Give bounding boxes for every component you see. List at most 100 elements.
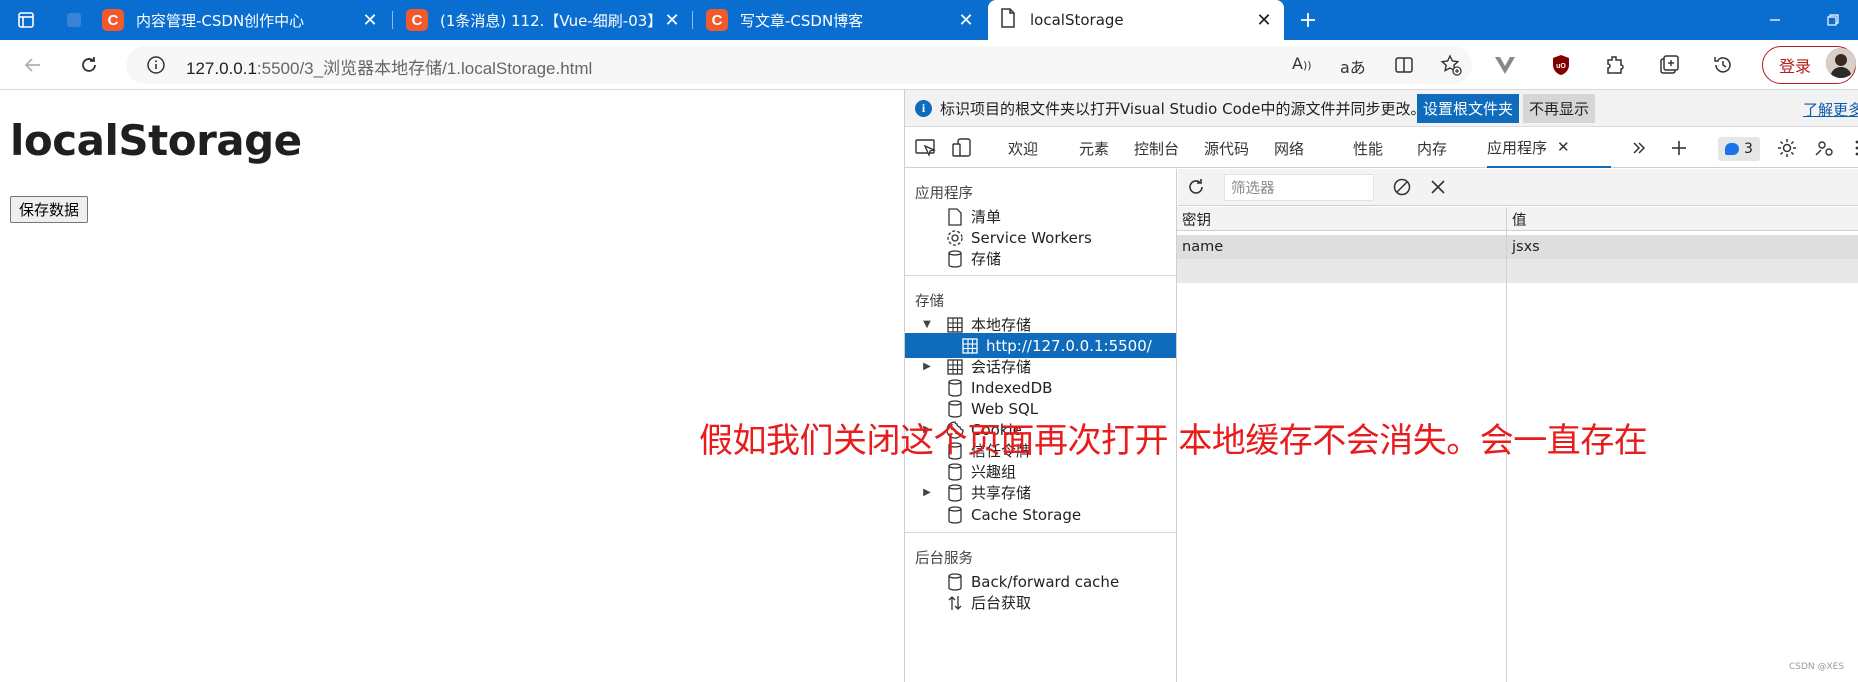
table-row[interactable]: name jsxs [1177, 235, 1858, 259]
close-tab-icon[interactable]: ✕ [1252, 8, 1276, 32]
sidebar-item-label: Cache Storage [971, 505, 1082, 524]
table-grid-icon [961, 337, 979, 355]
tab-localstorage[interactable]: localStorage ✕ [988, 0, 1284, 40]
tab-title: 内容管理-CSDN创作中心 [136, 11, 305, 30]
tab-csdn-content[interactable]: C 内容管理-CSDN创作中心 ✕ [90, 0, 390, 40]
filter-placeholder: 筛选器 [1231, 181, 1275, 197]
url-host: 127.0.0.1 [186, 59, 257, 78]
translate-icon[interactable]: aあ [1340, 54, 1366, 78]
sidebar-item-label: Back/forward cache [971, 572, 1120, 591]
sidebar-item-storage[interactable]: 存储 [905, 246, 1176, 271]
tab-application[interactable]: 应用程序 ✕ [1487, 128, 1611, 168]
close-tab-icon[interactable]: ✕ [954, 8, 978, 32]
customize-icon[interactable] [1811, 134, 1839, 162]
new-tab-icon[interactable] [1292, 4, 1324, 36]
back-icon[interactable] [18, 50, 48, 80]
tab-elements[interactable]: 元素 [1079, 128, 1109, 168]
tab-network[interactable]: 网络 [1274, 128, 1304, 168]
devtools-panel: i 标识项目的根文件夹以打开Visual Studio Code中的源文件并同步… [904, 90, 1858, 682]
table-row-empty[interactable] [1177, 259, 1858, 283]
issues-count: 3 [1744, 141, 1753, 157]
sidebar-item-background-fetch[interactable]: 后台获取 [905, 590, 1176, 615]
delete-selected-icon[interactable] [1428, 177, 1448, 201]
inspect-element-icon[interactable] [912, 134, 940, 162]
devtools-infobar: i 标识项目的根文件夹以打开Visual Studio Code中的源文件并同步… [905, 90, 1858, 127]
more-options-icon[interactable] [1843, 134, 1858, 162]
split-screen-icon[interactable] [1394, 55, 1414, 79]
avatar[interactable] [1826, 48, 1856, 78]
device-emulation-icon[interactable] [949, 134, 977, 162]
refresh-icon[interactable] [1186, 177, 1206, 201]
filter-input[interactable]: 筛选器 [1224, 174, 1374, 201]
database-icon [946, 572, 964, 591]
devtools-tabbar: 欢迎 元素 控制台 源代码 网络 性能 内存 应用程序 ✕ 3 [905, 128, 1858, 168]
history-icon[interactable] [1708, 50, 1738, 80]
table-grid-icon [946, 358, 964, 376]
tab-title: (1条消息) 112.【Vue-细刷-03】二 [440, 11, 660, 30]
issues-badge[interactable]: 3 [1718, 137, 1760, 161]
info-icon: i [915, 99, 932, 117]
favorite-add-icon[interactable] [1440, 54, 1462, 80]
dont-show-again-button[interactable]: 不再显示 [1523, 94, 1596, 123]
read-aloud-icon[interactable]: A)) [1292, 54, 1312, 73]
set-root-folder-button[interactable]: 设置根文件夹 [1417, 94, 1520, 123]
divider [905, 275, 1176, 276]
database-icon [946, 483, 964, 502]
tab-memory[interactable]: 内存 [1417, 128, 1447, 168]
divider [905, 532, 1176, 533]
storage-toolbar: 筛选器 [1178, 169, 1858, 206]
tab-csdn-write[interactable]: C 写文章-CSDN博客 ✕ [694, 0, 986, 40]
sidebar-item-label: IndexedDB [971, 378, 1053, 397]
tab-welcome[interactable]: 欢迎 [1008, 128, 1038, 168]
cell-value: jsxs [1512, 239, 1540, 255]
clear-all-icon[interactable] [1392, 177, 1412, 201]
restore-icon[interactable] [1810, 0, 1856, 40]
close-tab-icon[interactable]: ✕ [660, 8, 684, 32]
sidebar-item-cache-storage[interactable]: Cache Storage [905, 502, 1176, 527]
settings-gear-icon[interactable] [1773, 134, 1801, 162]
page-icon [1000, 8, 1016, 32]
collections-icon[interactable] [1654, 50, 1684, 80]
vue-devtools-icon[interactable] [1490, 50, 1520, 80]
tab-title: 写文章-CSDN博客 [740, 11, 864, 30]
sidebar-item-label: 清单 [971, 208, 1002, 226]
sidebar-item-label: 存储 [971, 250, 1002, 268]
section-background-services: 后台服务 [915, 551, 973, 567]
browser-window: C 内容管理-CSDN创作中心 ✕ C (1条消息) 112.【Vue-细刷-0… [0, 0, 1858, 682]
infobar-message: 标识项目的根文件夹以打开Visual Studio Code中的源文件并同步更改… [940, 99, 1426, 118]
column-key-header[interactable]: 密钥 [1182, 207, 1211, 231]
add-tool-icon[interactable] [1665, 134, 1693, 162]
ublock-icon[interactable]: uO [1546, 50, 1576, 80]
workspace-icon[interactable] [58, 4, 90, 36]
tab-csdn-vue[interactable]: C (1条消息) 112.【Vue-细刷-03】二 ✕ [394, 0, 692, 40]
section-application: 应用程序 [915, 186, 973, 202]
more-tabs-icon[interactable] [1625, 134, 1653, 162]
learn-more-link[interactable]: 了解更多 [1803, 99, 1858, 120]
page-title: localStorage [10, 116, 302, 165]
sidebar-item-label: 本地存储 [971, 316, 1032, 334]
tab-divider [392, 11, 393, 29]
csdn-favicon-icon: C [706, 9, 728, 31]
issues-icon [1725, 143, 1739, 155]
save-data-button[interactable]: 保存数据 [10, 196, 89, 223]
expanded-triangle-icon[interactable]: ▼ [921, 319, 933, 331]
site-info-icon[interactable] [146, 55, 166, 79]
close-tab-icon[interactable]: ✕ [1557, 138, 1570, 156]
tab-console[interactable]: 控制台 [1134, 128, 1179, 168]
gear-icon [946, 229, 964, 247]
url-text[interactable]: 127.0.0.1:5500/3_浏览器本地存储/1.localStorage.… [186, 54, 592, 79]
close-tab-icon[interactable]: ✕ [358, 8, 382, 32]
tab-performance[interactable]: 性能 [1353, 128, 1383, 168]
sidebar-item-label: http://127.0.0.1:5500/ [986, 336, 1152, 355]
collapsed-triangle-icon[interactable]: ▶ [921, 361, 933, 373]
tab-sources[interactable]: 源代码 [1204, 128, 1249, 168]
minimize-icon[interactable] [1752, 0, 1798, 40]
sidebar-item-label: 后台获取 [971, 594, 1032, 612]
refresh-icon[interactable] [74, 50, 104, 80]
sidebar-item-label: 共享存储 [971, 484, 1032, 502]
tab-actions-icon[interactable] [10, 4, 42, 36]
extensions-icon[interactable] [1600, 50, 1630, 80]
collapsed-triangle-icon[interactable]: ▶ [921, 487, 933, 499]
column-value-header[interactable]: 值 [1512, 207, 1527, 231]
section-storage: 存储 [915, 294, 944, 310]
